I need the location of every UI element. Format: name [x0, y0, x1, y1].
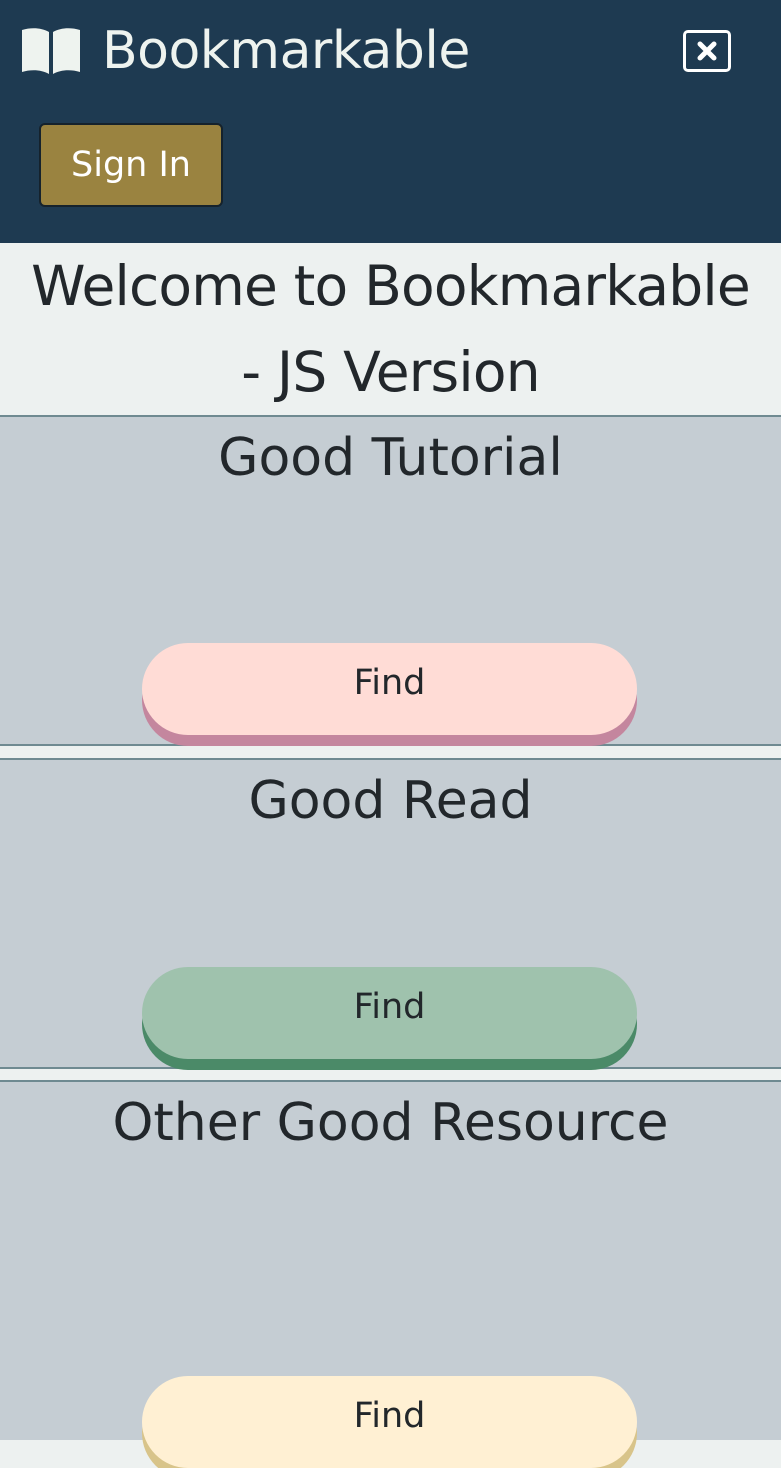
open-book-icon: [22, 28, 80, 74]
card-title: Good Tutorial: [218, 428, 563, 488]
close-x-icon: [697, 41, 717, 61]
welcome-heading: Welcome to Bookmarkable - JS Version: [0, 243, 781, 415]
welcome-line-1: Welcome to Bookmarkable: [31, 254, 751, 318]
navbar: Bookmarkable Sign In: [0, 0, 781, 243]
bookmark-card-tutorial: Good Tutorial Find: [0, 415, 781, 746]
card-title: Good Read: [248, 771, 533, 831]
find-button[interactable]: Find: [142, 643, 637, 735]
sign-in-button[interactable]: Sign In: [39, 123, 223, 207]
bookmark-card-read: Good Read Find: [0, 758, 781, 1069]
find-button[interactable]: Find: [142, 1376, 637, 1468]
brand[interactable]: Bookmarkable: [20, 18, 470, 84]
find-button[interactable]: Find: [142, 967, 637, 1059]
brand-title: Bookmarkable: [102, 21, 470, 81]
bookmark-card-other: Other Good Resource Find: [0, 1080, 781, 1468]
close-menu-button[interactable]: [683, 30, 731, 72]
welcome-line-2: - JS Version: [241, 340, 540, 404]
card-title: Other Good Resource: [112, 1093, 669, 1153]
